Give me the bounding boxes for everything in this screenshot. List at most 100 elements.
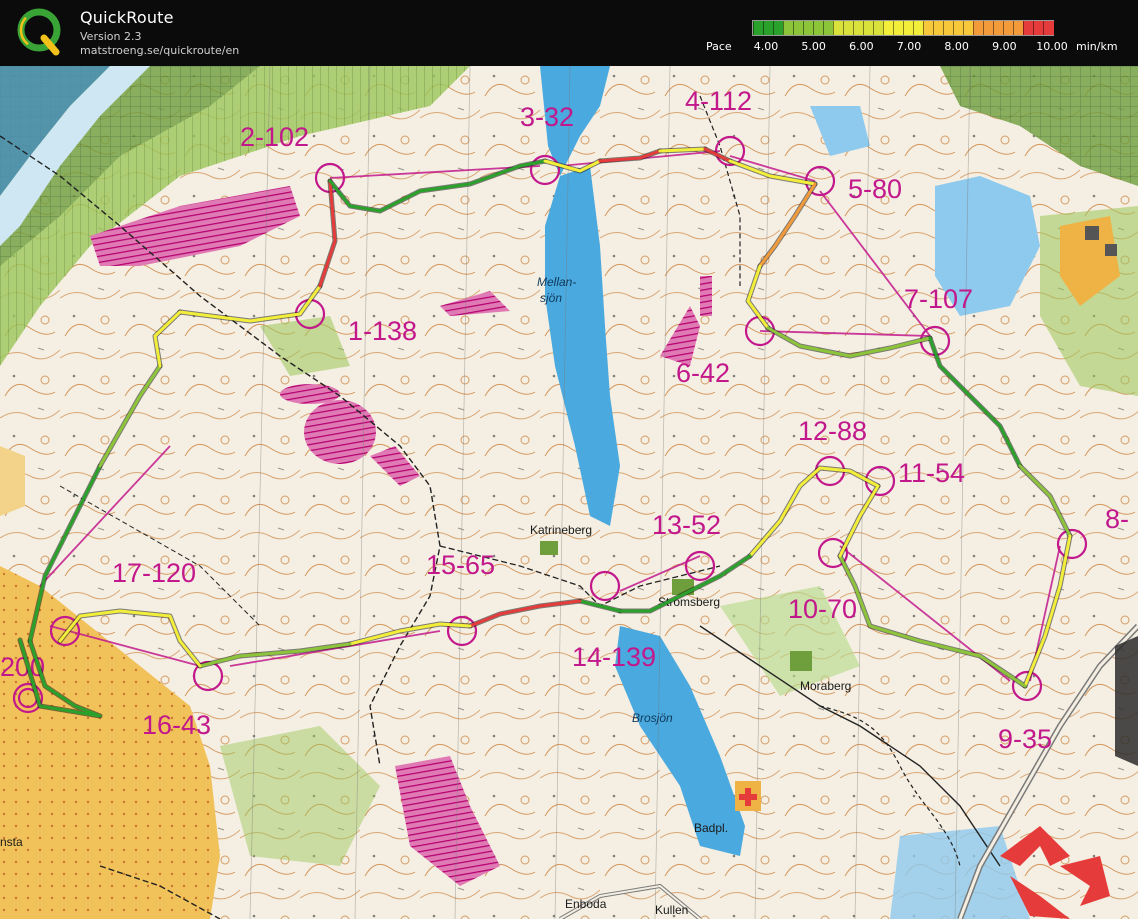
pace-scale-cell	[793, 21, 804, 35]
pace-scale-tick	[903, 21, 904, 35]
pace-scale-cell	[1013, 21, 1024, 35]
pace-scale-tick	[1043, 21, 1044, 35]
pace-scale-tick	[833, 21, 834, 35]
pace-scale-value: 10.00	[1036, 40, 1068, 53]
pace-scale-tick	[823, 21, 824, 35]
pace-scale-cell	[803, 21, 814, 35]
pace-scale-cell	[923, 21, 934, 35]
pace-scale-value: 7.00	[896, 40, 922, 53]
map-canvas[interactable]: 1-138 2-102 3-32 4-112 5-80 6-42 7-107 8…	[0, 66, 1138, 919]
pace-scale-cell	[813, 21, 824, 35]
pace-scale-cell	[953, 21, 964, 35]
orienteering-map[interactable]: 1-138 2-102 3-32 4-112 5-80 6-42 7-107 8…	[0, 66, 1138, 919]
pace-scale-cell	[823, 21, 834, 35]
pace-scale-cell	[963, 21, 974, 35]
control-label-14: 14-139	[572, 642, 656, 672]
pace-scale-tick	[753, 21, 754, 35]
control-label-7: 7-107	[904, 284, 973, 314]
place-badpl: Badpl.	[694, 821, 728, 835]
pace-scale-tick	[803, 21, 804, 35]
logo-letter: Q	[39, 35, 40, 37]
pace-scale-tick	[933, 21, 934, 35]
place-katrineberg: Katrineberg	[530, 523, 592, 537]
pace-scale-tick	[773, 21, 774, 35]
pace-scale-tick	[1013, 21, 1014, 35]
pace-scale-value: 6.00	[849, 40, 874, 53]
pace-scale-tick	[873, 21, 874, 35]
lake-mellansjon-line1: Mellan-	[537, 275, 576, 289]
pace-label: Pace	[706, 40, 732, 53]
control-label-17: 17-120	[112, 558, 196, 588]
pace-scale-cell	[983, 21, 994, 35]
pace-scale-value: 4.00	[753, 40, 779, 53]
pace-scale-cell	[853, 21, 864, 35]
pace-scale-tick	[923, 21, 924, 35]
pace-scale-cell	[913, 21, 924, 35]
control-label-13: 13-52	[652, 510, 721, 540]
pace-scale-tick	[763, 21, 764, 35]
pace-scale-cell	[1023, 21, 1034, 35]
control-label-2: 2-102	[240, 122, 309, 152]
pace-scale-tick	[963, 21, 964, 35]
pace-scale-cell	[893, 21, 904, 35]
pace-scale-tick	[883, 21, 884, 35]
control-label-9: 9-35	[998, 724, 1052, 754]
pace-color-scale	[752, 20, 1054, 36]
pace-scale-cell	[973, 21, 984, 35]
control-label-1: 1-138	[348, 316, 417, 346]
pace-scale-cell	[763, 21, 774, 35]
place-kullen: Kullen	[655, 903, 688, 917]
pace-scale-tick	[793, 21, 794, 35]
control-label-6: 6-42	[676, 358, 730, 388]
pace-scale-tick	[1003, 21, 1004, 35]
pace-scale-value: 5.00	[801, 40, 826, 53]
pace-scale-tick	[943, 21, 944, 35]
pace-scale-cell	[1033, 21, 1044, 35]
pace-scale-tick	[913, 21, 914, 35]
route-segment	[658, 147, 707, 153]
control-label-11: 11-54	[898, 458, 965, 488]
app-header: Q QuickRoute Version 2.3 matstroeng.se/q…	[0, 0, 1138, 66]
quickroute-logo-icon: Q	[17, 8, 61, 56]
control-label-12: 12-88	[798, 416, 867, 446]
pace-scale-tick	[1033, 21, 1034, 35]
pace-scale-tick	[863, 21, 864, 35]
pace-scale-tick	[993, 21, 994, 35]
lake-mellansjon-line2: sjön	[540, 291, 562, 305]
place-enboda: Enboda	[565, 897, 607, 911]
control-label-15: 15-65	[426, 550, 495, 580]
pace-scale-cell	[1003, 21, 1014, 35]
place-moraberg: Moraberg	[800, 679, 851, 693]
control-label-5: 5-80	[848, 174, 902, 204]
pace-scale-tick	[853, 21, 854, 35]
pace-scale-tick	[843, 21, 844, 35]
pace-scale-cell	[933, 21, 944, 35]
pace-scale-cell	[833, 21, 844, 35]
pace-scale-tick	[783, 21, 784, 35]
control-label-8: 8-	[1105, 504, 1129, 534]
pace-scale-cell	[783, 21, 794, 35]
pace-scale-cell	[773, 21, 784, 35]
pace-scale-tick	[1023, 21, 1024, 35]
control-label-10: 10-70	[788, 594, 857, 624]
pace-scale-cell	[863, 21, 874, 35]
pace-scale-cell	[903, 21, 914, 35]
app-title: QuickRoute	[80, 8, 174, 27]
pace-scale-cell	[883, 21, 894, 35]
control-label-3: 3-32	[520, 102, 574, 132]
lake-brosjon: Brosjön	[632, 711, 673, 725]
place-nsta: nsta	[0, 835, 23, 849]
control-label-4: 4-112	[685, 86, 752, 116]
pace-scale-cell	[753, 21, 764, 35]
pace-scale-cell	[943, 21, 954, 35]
pace-scale-tick	[973, 21, 974, 35]
pace-scale-tick	[983, 21, 984, 35]
pace-scale-tick	[893, 21, 894, 35]
pace-scale-cell	[873, 21, 884, 35]
pace-scale-tick	[953, 21, 954, 35]
pace-unit: min/km	[1076, 40, 1118, 53]
app-url: matstroeng.se/quickroute/en	[80, 44, 240, 57]
pace-scale-value: 9.00	[992, 40, 1017, 53]
pace-scale-cell	[843, 21, 854, 35]
pace-scale-tick	[813, 21, 814, 35]
